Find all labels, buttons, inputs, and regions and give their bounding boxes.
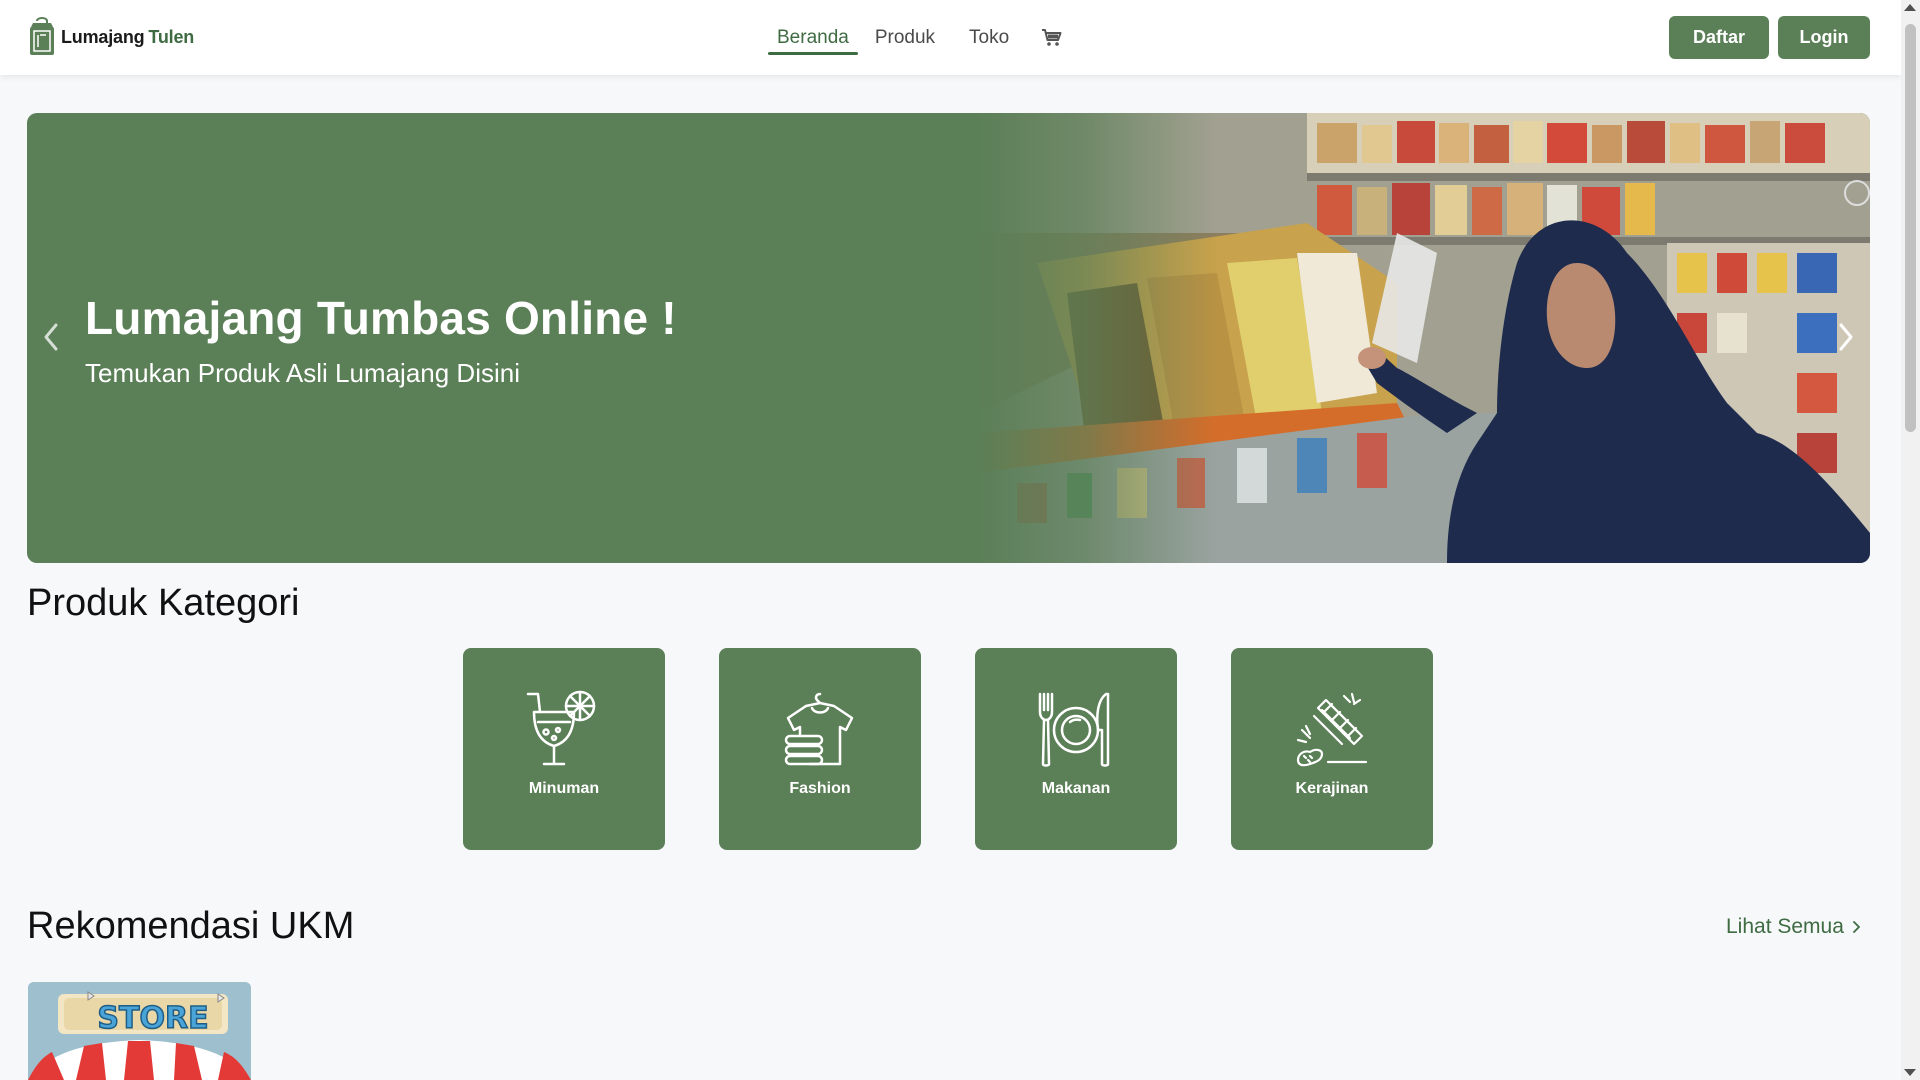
- cart-icon: [1042, 28, 1062, 46]
- main-nav: Beranda Produk Toko: [768, 0, 1062, 75]
- see-all-link[interactable]: Lihat Semua: [1726, 915, 1860, 939]
- see-all-label: Lihat Semua: [1726, 915, 1844, 938]
- brand-name: Lumajang Tulen: [61, 27, 194, 48]
- hero-title: Lumajang Tumbas Online !: [85, 292, 677, 344]
- store-sign-text: STORE: [97, 1001, 208, 1036]
- brand-name-part1: Lumajang: [61, 26, 145, 47]
- nav-link-toko[interactable]: Toko: [960, 0, 1018, 75]
- store-image: STORE: [28, 982, 251, 1080]
- hero-carousel: Lumajang Tumbas Online ! Temukan Produk …: [27, 113, 1870, 563]
- category-label: Kerajinan: [1295, 780, 1369, 797]
- register-button[interactable]: Daftar: [1669, 16, 1769, 59]
- nav-link-produk[interactable]: Produk: [866, 0, 944, 75]
- clothes-icon: [784, 692, 854, 766]
- category-label: Fashion: [789, 780, 851, 797]
- shopping-bag-icon: [30, 17, 54, 55]
- page-scrollbar[interactable]: [1901, 0, 1920, 1080]
- carousel-next-button[interactable]: [1836, 321, 1856, 358]
- scroll-thumb[interactable]: [1905, 24, 1916, 432]
- cart-button[interactable]: [1042, 0, 1062, 75]
- hero-fade-overlay: [977, 113, 1217, 563]
- plate-icon: [1038, 692, 1110, 767]
- category-card-minuman[interactable]: Minuman: [463, 648, 665, 850]
- login-button[interactable]: Login: [1778, 16, 1870, 59]
- chevron-left-icon: [44, 323, 58, 351]
- hero-subtitle: Temukan Produk Asli Lumajang Disini: [85, 358, 520, 388]
- nav-link-beranda[interactable]: Beranda: [768, 0, 858, 75]
- brand-name-part2: Tulen: [148, 26, 195, 47]
- recommendations-title: Rekomendasi UKM: [27, 905, 355, 947]
- ukm-card-thumbnail[interactable]: STORE: [28, 982, 251, 1080]
- category-list: Minuman Fashion Makanan Kerajinan: [463, 648, 1433, 850]
- chevron-right-icon: [1853, 921, 1860, 933]
- top-navbar: Lumajang Tulen Beranda Produk Toko Daftar…: [0, 0, 1901, 75]
- category-label: Makanan: [1041, 780, 1111, 797]
- chevron-right-icon: [1839, 323, 1853, 351]
- category-card-kerajinan[interactable]: Kerajinan: [1231, 648, 1433, 850]
- scroll-down-arrow-icon[interactable]: [1904, 1069, 1916, 1076]
- brand-logo[interactable]: Lumajang Tulen: [27, 17, 194, 57]
- categories-title: Produk Kategori: [27, 582, 300, 624]
- drink-icon: [526, 690, 596, 766]
- scroll-up-arrow-icon[interactable]: [1904, 4, 1916, 11]
- category-label: Minuman: [528, 780, 600, 797]
- carousel-prev-button[interactable]: [41, 321, 61, 358]
- category-card-makanan[interactable]: Makanan: [975, 648, 1177, 850]
- craft-icon: [1296, 692, 1368, 767]
- category-card-fashion[interactable]: Fashion: [719, 648, 921, 850]
